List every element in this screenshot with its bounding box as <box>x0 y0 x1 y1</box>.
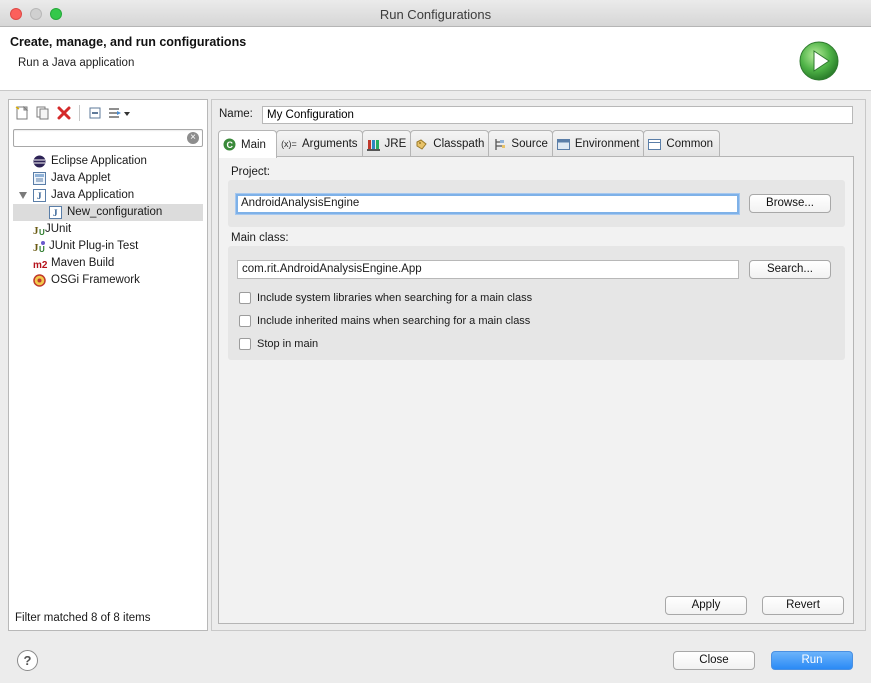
svg-text:m2: m2 <box>33 260 48 270</box>
checkbox-box[interactable] <box>239 292 251 304</box>
clear-filter-icon[interactable]: × <box>187 132 199 144</box>
help-button[interactable]: ? <box>17 650 38 671</box>
svg-text:U: U <box>39 245 45 253</box>
tab-environment[interactable]: Environment <box>551 130 645 157</box>
new-configuration-icon[interactable] <box>13 104 31 122</box>
list-toolbar <box>13 103 133 123</box>
expand-arrow-icon[interactable] <box>19 192 27 199</box>
tree-item-eclipse-application[interactable]: Eclipse Application <box>13 153 203 170</box>
maven-icon: m2 <box>33 260 48 270</box>
delete-icon[interactable] <box>55 104 73 122</box>
svg-text:C: C <box>227 140 234 150</box>
tab-arguments[interactable]: (x)= Arguments <box>275 130 363 157</box>
tab-main[interactable]: C Main <box>218 130 277 158</box>
configuration-tree: Eclipse Application Java Applet J Java A… <box>13 153 203 289</box>
svg-text:J: J <box>37 191 42 201</box>
java-application-icon: J <box>33 189 46 202</box>
checkbox-box[interactable] <box>239 315 251 327</box>
classpath-icon <box>415 138 428 151</box>
title-bar: Run Configurations <box>0 0 871 27</box>
configuration-editor: Name: C Main (x)= Arguments JRE Classpat… <box>211 99 866 631</box>
revert-button[interactable]: Revert <box>762 596 844 615</box>
tab-jre[interactable]: JRE <box>361 130 412 157</box>
tree-item-osgi-framework[interactable]: OSGi Framework <box>13 272 203 289</box>
tab-source[interactable]: Source <box>488 130 553 157</box>
banner-subtitle: Run a Java application <box>18 57 135 69</box>
common-icon <box>648 138 662 151</box>
tree-item-new-configuration[interactable]: J New_configuration <box>13 204 203 221</box>
osgi-icon <box>33 274 46 287</box>
project-group: AndroidAnalysisEngine Browse... <box>228 180 845 227</box>
stop-in-main-checkbox[interactable]: Stop in main <box>239 336 318 352</box>
tab-classpath[interactable]: Classpath <box>410 130 490 157</box>
tree-item-maven-build[interactable]: m2 Maven Build <box>13 255 203 272</box>
jre-icon <box>366 138 380 151</box>
checkbox-box[interactable] <box>239 338 251 350</box>
name-label: Name: <box>219 108 253 120</box>
environment-icon <box>556 138 570 151</box>
junit-plugin-icon: JU <box>33 241 45 253</box>
main-class-icon: C <box>223 138 236 151</box>
tree-item-java-application[interactable]: J Java Application <box>13 187 203 204</box>
banner-title: Create, manage, and run configurations <box>10 35 247 49</box>
configuration-list-panel: × Eclipse Application Java Applet J Java… <box>8 99 208 631</box>
tab-common[interactable]: Common <box>643 130 721 157</box>
project-label: Project: <box>231 166 270 178</box>
run-icon <box>799 41 839 81</box>
eclipse-icon <box>33 155 46 168</box>
run-button[interactable]: Run <box>771 651 853 670</box>
toolbar-divider <box>79 105 80 121</box>
filter-input[interactable]: × <box>13 129 203 147</box>
window-title: Run Configurations <box>379 7 492 22</box>
project-field[interactable]: AndroidAnalysisEngine <box>236 194 739 214</box>
main-class-label: Main class: <box>231 232 289 244</box>
browse-button[interactable]: Browse... <box>749 194 831 213</box>
java-application-icon: J <box>49 206 62 219</box>
include-system-libraries-checkbox[interactable]: Include system libraries when searching … <box>239 290 532 306</box>
tree-item-junit[interactable]: JU JUnit <box>13 221 203 238</box>
arguments-icon: (x)= <box>281 139 297 149</box>
name-field[interactable] <box>262 106 853 124</box>
main-tab-content: Project: AndroidAnalysisEngine Browse...… <box>218 156 854 624</box>
include-inherited-mains-checkbox[interactable]: Include inherited mains when searching f… <box>239 313 530 329</box>
close-button[interactable]: Close <box>673 651 755 670</box>
filter-icon[interactable] <box>107 104 133 122</box>
header-banner: Create, manage, and run configurations R… <box>0 27 871 91</box>
tree-item-junit-plugin-test[interactable]: JU JUnit Plug-in Test <box>13 238 203 255</box>
tree-item-java-applet[interactable]: Java Applet <box>13 170 203 187</box>
source-icon <box>493 138 506 151</box>
search-button[interactable]: Search... <box>749 260 831 279</box>
duplicate-icon[interactable] <box>34 104 52 122</box>
filter-status: Filter matched 8 of 8 items <box>15 612 151 624</box>
svg-text:J: J <box>53 208 58 218</box>
main-class-group: com.rit.AndroidAnalysisEngine.App Search… <box>228 246 845 360</box>
apply-button[interactable]: Apply <box>665 596 747 615</box>
collapse-all-icon[interactable] <box>86 104 104 122</box>
java-applet-icon <box>33 172 46 185</box>
tab-bar: C Main (x)= Arguments JRE Classpath Sour… <box>218 130 721 158</box>
main-class-field[interactable]: com.rit.AndroidAnalysisEngine.App <box>237 260 739 279</box>
